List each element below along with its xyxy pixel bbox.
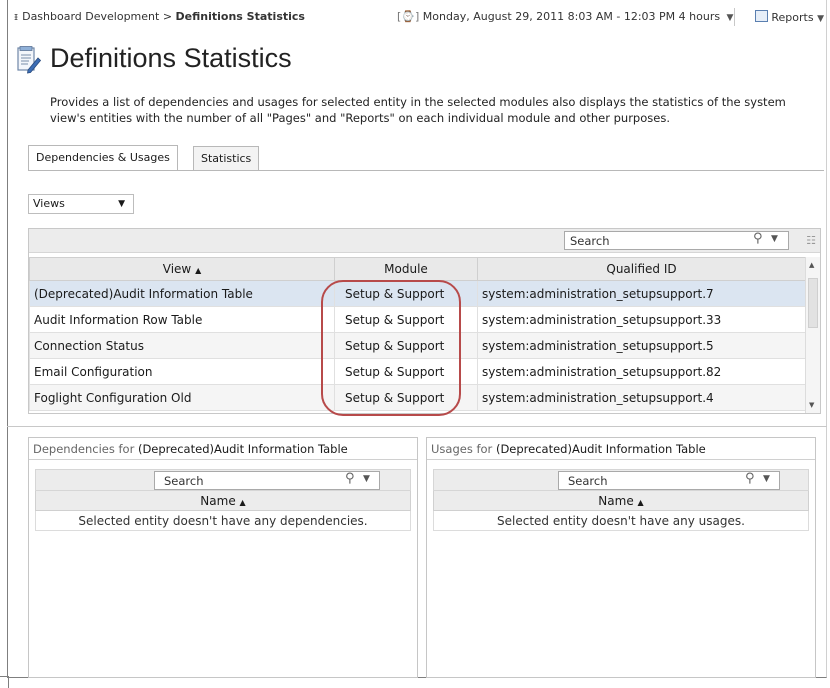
chevron-down-icon[interactable]: ▼ <box>763 474 770 484</box>
cell-qualified-id: system:administration_setupsupport.82 <box>477 358 806 385</box>
dependencies-label: Dependencies for <box>33 442 135 456</box>
reports-menu[interactable]: Reports ▼ <box>754 10 824 24</box>
sort-ascending-icon: ▲ <box>637 498 644 507</box>
reports-label: Reports <box>771 11 814 24</box>
usages-panel: Usages for (Deprecated)Audit Information… <box>426 437 816 678</box>
usages-label: Usages for <box>431 442 493 456</box>
page-description: Provides a list of dependencies and usag… <box>50 95 786 125</box>
search-placeholder: Search <box>164 474 204 488</box>
breadcrumb-current: Definitions Statistics <box>175 10 305 23</box>
cell-view: Email Configuration <box>29 358 335 385</box>
search-icon[interactable]: ⚲ <box>753 231 763 246</box>
breadcrumb: ᵻ Dashboard Development > Definitions Sta… <box>14 10 305 23</box>
usages-empty-message: Selected entity doesn't have any usages. <box>433 511 809 531</box>
chevron-down-icon[interactable]: ▼ <box>363 474 370 484</box>
usages-entity: (Deprecated)Audit Information Table <box>495 442 706 456</box>
column-settings-icon[interactable]: ☷ <box>806 234 816 247</box>
scroll-up-icon[interactable]: ▲ <box>809 261 814 269</box>
dependencies-column-name[interactable]: Name ▲ <box>35 491 411 511</box>
clock-icon: [⌚] <box>397 10 420 23</box>
cell-view: (Deprecated)Audit Information Table <box>29 280 335 307</box>
tab-strip-line <box>28 170 824 171</box>
dependencies-search-input[interactable]: Search ⚲ ▼ <box>154 471 380 490</box>
search-placeholder: Search <box>568 474 608 488</box>
chevron-down-icon: ▼ <box>723 13 734 23</box>
breadcrumb-parent[interactable]: Dashboard Development <box>22 10 159 23</box>
top-bar: ᵻ Dashboard Development > Definitions Sta… <box>14 8 824 26</box>
dependencies-empty-message: Selected entity doesn't have any depende… <box>35 511 411 531</box>
tab-dependencies-usages[interactable]: Dependencies & Usages <box>28 145 178 171</box>
cell-qualified-id: system:administration_setupsupport.5 <box>477 332 806 359</box>
section-divider <box>7 426 827 427</box>
module-column-highlight <box>321 280 461 416</box>
usages-toolbar: Search ⚲ ▼ <box>433 469 809 491</box>
chevron-down-icon[interactable]: ▼ <box>771 234 778 244</box>
table-header-row: View ▲ Module Qualified ID <box>29 257 806 281</box>
dependencies-entity: (Deprecated)Audit Information Table <box>137 442 348 456</box>
usages-column-name[interactable]: Name ▲ <box>433 491 809 511</box>
sort-ascending-icon: ▲ <box>239 498 246 507</box>
page-title: Definitions Statistics <box>50 43 292 73</box>
dependencies-panel-header: Dependencies for (Deprecated)Audit Infor… <box>29 438 417 460</box>
search-placeholder: Search <box>570 234 610 248</box>
dependencies-panel: Dependencies for (Deprecated)Audit Infor… <box>28 437 418 678</box>
corner-mark <box>0 676 9 688</box>
cell-view: Foglight Configuration Old <box>29 384 335 411</box>
toolbar-divider <box>734 8 735 26</box>
vertical-scrollbar[interactable]: ▲ ▼ <box>805 257 820 413</box>
definitions-report-icon <box>17 46 41 74</box>
tab-statistics[interactable]: Statistics <box>193 146 260 170</box>
usages-search-input[interactable]: Search ⚲ ▼ <box>558 471 780 490</box>
cell-qualified-id: system:administration_setupsupport.7 <box>477 280 806 307</box>
column-header-qualified-id[interactable]: Qualified ID <box>477 257 806 281</box>
time-range-text: Monday, August 29, 2011 8:03 AM - 12:03 … <box>422 10 721 23</box>
search-icon[interactable]: ⚲ <box>745 471 755 486</box>
scrollbar-thumb[interactable] <box>808 278 818 328</box>
views-select[interactable]: Views ▼ <box>28 194 134 214</box>
column-header-view[interactable]: View ▲ <box>29 257 335 281</box>
time-range-selector[interactable]: [⌚] Monday, August 29, 2011 8:03 AM - 12… <box>397 10 733 23</box>
column-header-module[interactable]: Module <box>334 257 478 281</box>
cell-view: Connection Status <box>29 332 335 359</box>
cell-view: Audit Information Row Table <box>29 306 335 333</box>
breadcrumb-tree-icon: ᵻ <box>14 10 19 23</box>
sort-ascending-icon: ▲ <box>195 266 202 275</box>
views-select-value: Views <box>33 197 65 210</box>
dependencies-toolbar: Search ⚲ ▼ <box>35 469 411 491</box>
grid-toolbar: Search ⚲ ▼ ☷ <box>29 229 820 253</box>
chevron-down-icon: ▼ <box>118 199 125 209</box>
views-search-input[interactable]: Search ⚲ ▼ <box>564 231 789 250</box>
breadcrumb-separator: > <box>162 10 173 23</box>
chevron-down-icon: ▼ <box>817 14 824 24</box>
reports-icon <box>754 10 768 22</box>
search-icon[interactable]: ⚲ <box>345 471 355 486</box>
usages-panel-header: Usages for (Deprecated)Audit Information… <box>427 438 815 460</box>
cell-qualified-id: system:administration_setupsupport.33 <box>477 306 806 333</box>
scroll-down-icon[interactable]: ▼ <box>809 401 814 409</box>
cell-qualified-id: system:administration_setupsupport.4 <box>477 384 806 411</box>
